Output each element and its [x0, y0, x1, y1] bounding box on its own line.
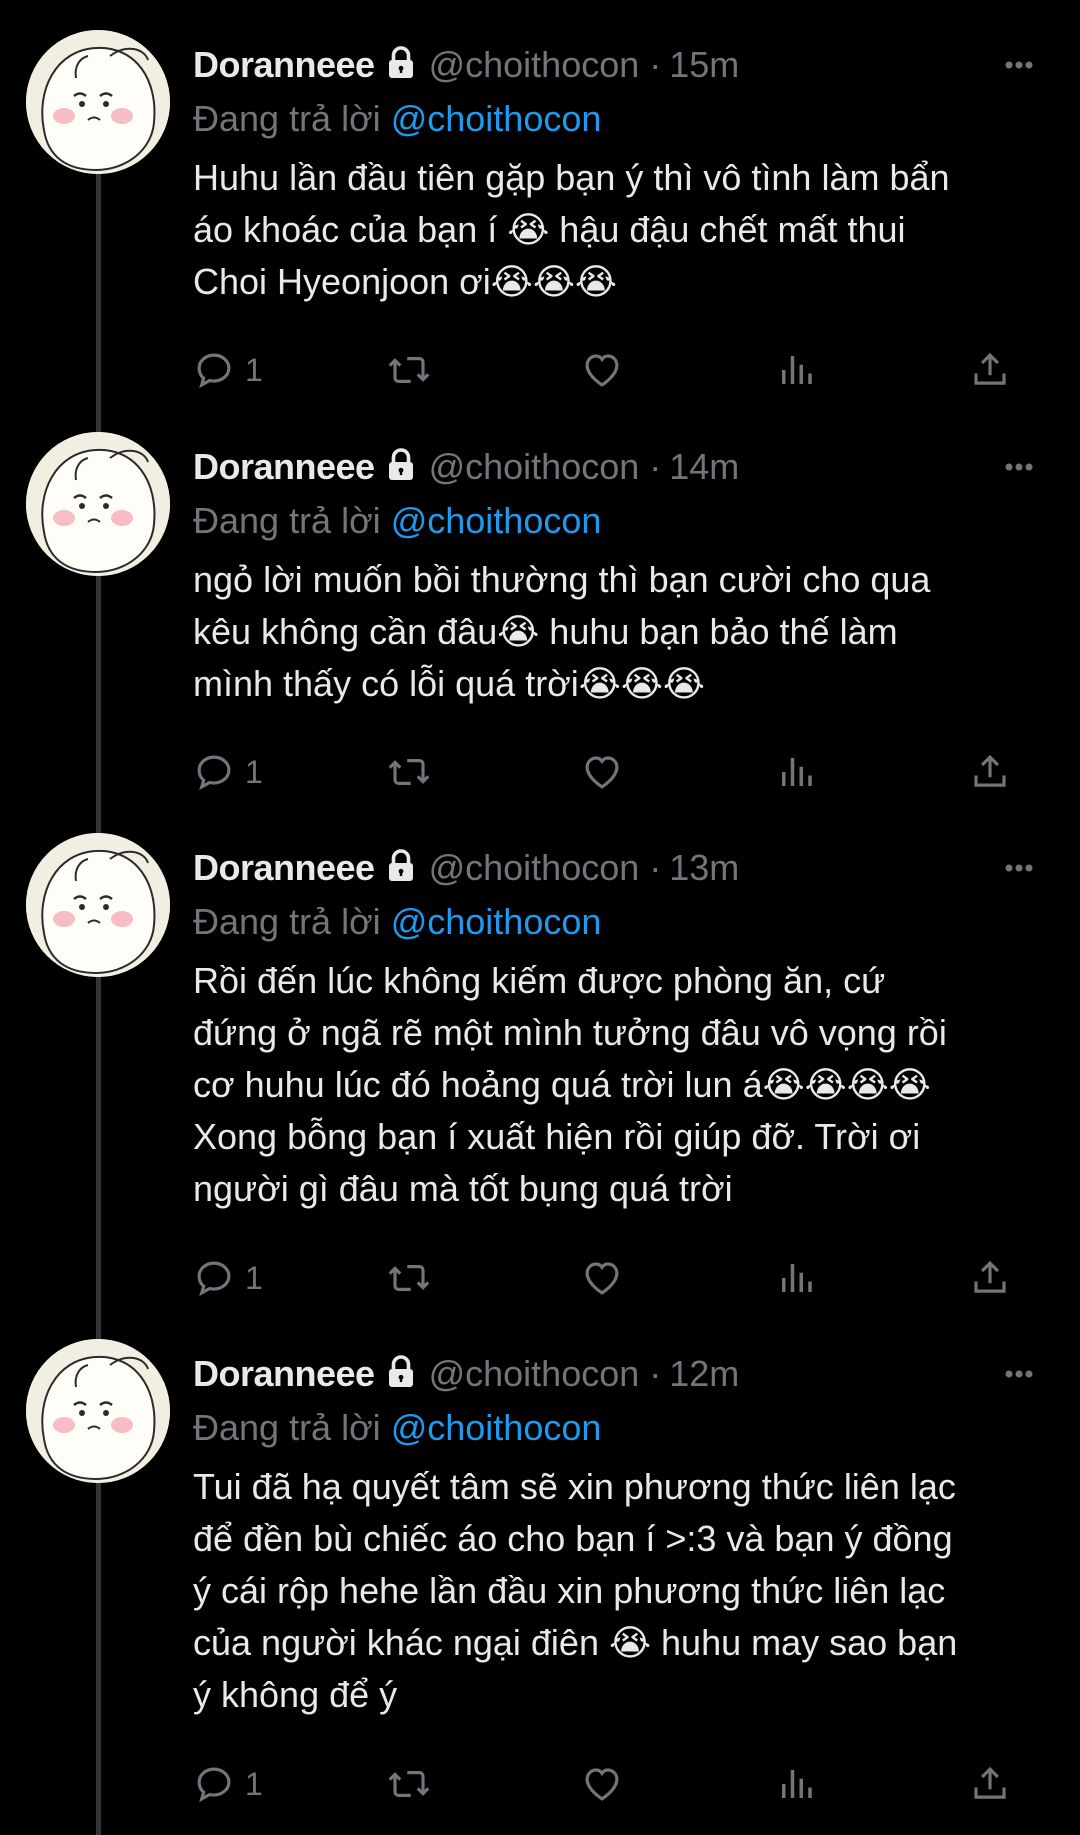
- tweet-text: Rồi đến lúc không kiếm được phòng ăn, cứ…: [193, 960, 947, 1209]
- user-handle[interactable]: @choithocon: [429, 446, 640, 487]
- user-handle[interactable]: @choithocon: [429, 44, 640, 85]
- retweet-icon: [386, 1257, 432, 1299]
- avatar[interactable]: [26, 432, 170, 576]
- reply-context: Đang trả lời @choithocon: [193, 1403, 601, 1453]
- separator-dot: ·: [649, 847, 662, 888]
- tweet-header: Doranneee @choithocon · 15m: [193, 40, 1080, 90]
- like-icon: [581, 349, 623, 391]
- tweet-actions: 1: [193, 1759, 1023, 1809]
- like-icon: [581, 1257, 623, 1299]
- retweet-icon: [386, 349, 432, 391]
- avatar[interactable]: [26, 1339, 170, 1483]
- lock-icon: [383, 446, 419, 496]
- reply-icon: [193, 1763, 235, 1805]
- reply-button[interactable]: 1: [193, 345, 263, 395]
- reply-mention-link[interactable]: @choithocon: [391, 901, 602, 942]
- lock-icon: [383, 1353, 419, 1403]
- reply-mention-link[interactable]: @choithocon: [391, 98, 602, 139]
- lock-icon: [383, 847, 419, 897]
- reply-count: 1: [245, 351, 263, 388]
- separator-dot: ·: [649, 44, 662, 85]
- reply-count: 1: [245, 753, 263, 790]
- views-button[interactable]: [775, 345, 817, 395]
- more-icon[interactable]: [994, 1349, 1044, 1399]
- tweet-actions: 1: [193, 1253, 1023, 1303]
- like-button[interactable]: [581, 1759, 623, 1809]
- tweet-text: ngỏ lời muốn bồi thường thì bạn cười cho…: [193, 559, 931, 704]
- tweet-header: Doranneee @choithocon · 14m: [193, 442, 1080, 492]
- tweet-actions: 1: [193, 747, 1023, 797]
- retweet-icon: [386, 1763, 432, 1805]
- reply-context: Đang trả lời @choithocon: [193, 94, 601, 144]
- reply-icon: [193, 349, 235, 391]
- user-handle[interactable]: @choithocon: [429, 1353, 640, 1394]
- retweet-button[interactable]: [386, 345, 432, 395]
- reply-count: 1: [245, 1765, 263, 1802]
- timestamp[interactable]: 14m: [669, 446, 739, 487]
- like-icon: [581, 1763, 623, 1805]
- share-button[interactable]: [969, 747, 1011, 797]
- reply-prefix: Đang trả lời: [193, 1407, 381, 1448]
- views-icon: [775, 751, 817, 793]
- display-name[interactable]: Doranneee: [193, 847, 375, 888]
- share-icon: [969, 751, 1011, 793]
- reply-button[interactable]: 1: [193, 1253, 263, 1303]
- tweet-header: Doranneee @choithocon · 13m: [193, 843, 1080, 893]
- views-icon: [775, 1763, 817, 1805]
- retweet-button[interactable]: [386, 1759, 432, 1809]
- tweet-text: Huhu lần đầu tiên gặp bạn ý thì vô tình …: [193, 157, 950, 302]
- reply-button[interactable]: 1: [193, 747, 263, 797]
- retweet-icon: [386, 751, 432, 793]
- timestamp[interactable]: 15m: [669, 44, 739, 85]
- user-handle[interactable]: @choithocon: [429, 847, 640, 888]
- like-button[interactable]: [581, 345, 623, 395]
- timestamp[interactable]: 12m: [669, 1353, 739, 1394]
- views-icon: [775, 1257, 817, 1299]
- display-name[interactable]: Doranneee: [193, 446, 375, 487]
- separator-dot: ·: [649, 446, 662, 487]
- views-icon: [775, 349, 817, 391]
- share-icon: [969, 349, 1011, 391]
- reply-context: Đang trả lời @choithocon: [193, 496, 601, 546]
- like-button[interactable]: [581, 747, 623, 797]
- views-button[interactable]: [775, 747, 817, 797]
- more-icon[interactable]: [994, 40, 1044, 90]
- tweet-header: Doranneee @choithocon · 12m: [193, 1349, 1080, 1399]
- avatar[interactable]: [26, 30, 170, 174]
- retweet-button[interactable]: [386, 1253, 432, 1303]
- tweet-actions: 1: [193, 345, 1023, 395]
- share-button[interactable]: [969, 345, 1011, 395]
- reply-prefix: Đang trả lời: [193, 98, 381, 139]
- share-icon: [969, 1763, 1011, 1805]
- reply-mention-link[interactable]: @choithocon: [391, 1407, 602, 1448]
- reply-mention-link[interactable]: @choithocon: [391, 500, 602, 541]
- reply-prefix: Đang trả lời: [193, 901, 381, 942]
- views-button[interactable]: [775, 1253, 817, 1303]
- share-icon: [969, 1257, 1011, 1299]
- reply-button[interactable]: 1: [193, 1759, 263, 1809]
- thread-line: [96, 170, 101, 1835]
- views-button[interactable]: [775, 1759, 817, 1809]
- more-icon[interactable]: [994, 843, 1044, 893]
- like-button[interactable]: [581, 1253, 623, 1303]
- lock-icon: [383, 44, 419, 94]
- share-button[interactable]: [969, 1253, 1011, 1303]
- reply-count: 1: [245, 1259, 263, 1296]
- share-button[interactable]: [969, 1759, 1011, 1809]
- display-name[interactable]: Doranneee: [193, 1353, 375, 1394]
- avatar[interactable]: [26, 833, 170, 977]
- separator-dot: ·: [649, 1353, 662, 1394]
- reply-context: Đang trả lời @choithocon: [193, 897, 601, 947]
- more-icon[interactable]: [994, 442, 1044, 492]
- retweet-button[interactable]: [386, 747, 432, 797]
- reply-icon: [193, 751, 235, 793]
- reply-prefix: Đang trả lời: [193, 500, 381, 541]
- tweet-text: Tui đã hạ quyết tâm sẽ xin phương thức l…: [193, 1466, 958, 1715]
- like-icon: [581, 751, 623, 793]
- timestamp[interactable]: 13m: [669, 847, 739, 888]
- reply-icon: [193, 1257, 235, 1299]
- display-name[interactable]: Doranneee: [193, 44, 375, 85]
